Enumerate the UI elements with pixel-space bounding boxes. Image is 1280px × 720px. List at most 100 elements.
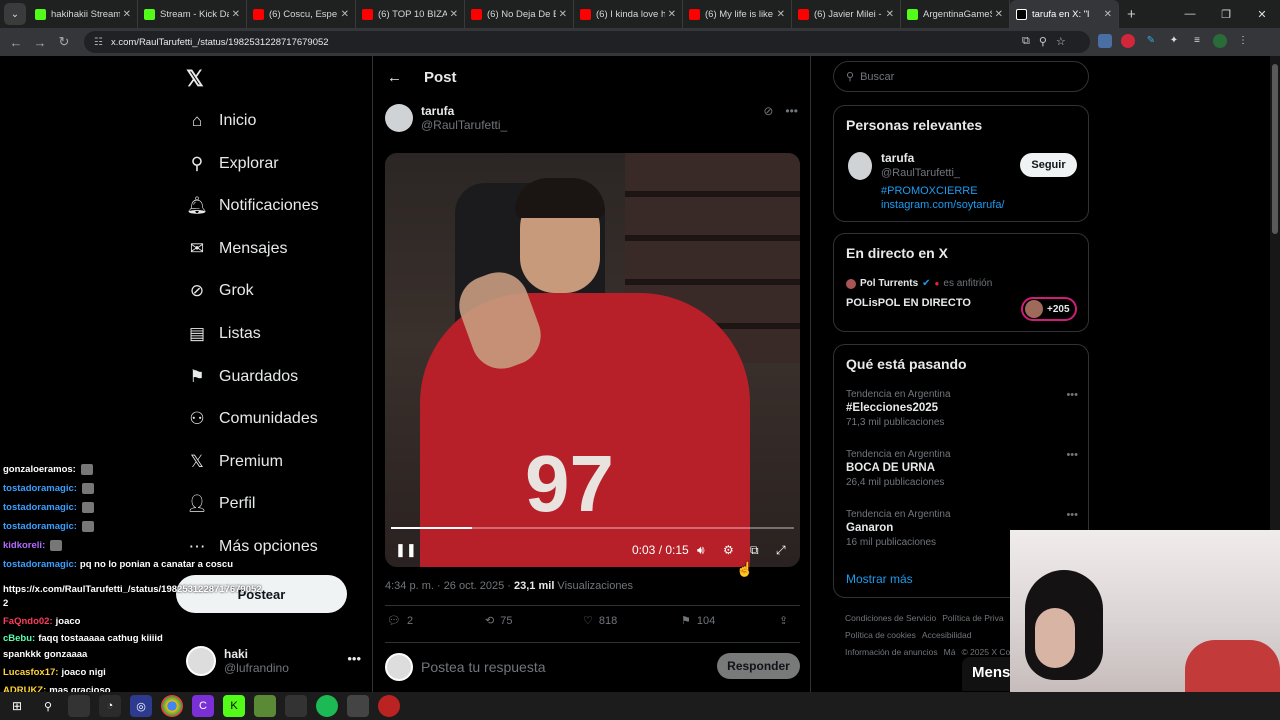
nav-item-explorar[interactable]: ⚲ Explorar <box>186 149 279 179</box>
windows-start-icon[interactable]: ⊞ <box>6 695 28 717</box>
taskbar-app-icon[interactable]: ◔ <box>99 695 121 717</box>
nav-item-comunidades[interactable]: ⚇ Comunidades <box>186 404 317 434</box>
install-icon[interactable]: ⧉ <box>1022 35 1030 48</box>
browser-menu-icon[interactable]: ⋮ <box>1236 34 1250 48</box>
pause-icon[interactable]: ❚❚ <box>395 542 417 558</box>
browser-tab[interactable]: (6) No Deja De En✕ <box>465 0 574 28</box>
video-progress-bar[interactable] <box>391 527 794 529</box>
close-window-button[interactable]: ✕ <box>1244 0 1280 28</box>
search-input[interactable]: ⚲ Buscar <box>833 61 1089 92</box>
extensions-puzzle-icon[interactable]: ✦ <box>1167 34 1181 48</box>
settings-icon[interactable]: ⚙ <box>723 543 734 557</box>
trend-item[interactable]: Tendencia en Argentina BOCA DE URNA 26,4 m… <box>846 449 1078 488</box>
reload-icon[interactable]: ↻ <box>52 34 76 50</box>
new-tab-button[interactable]: + <box>1127 6 1136 23</box>
bio-hashtag-link[interactable]: #PROMOXCIERRE <box>881 185 978 197</box>
browser-tab[interactable]: Stream - Kick Da ✕ <box>138 0 247 28</box>
avatar[interactable] <box>385 104 413 132</box>
like-button[interactable]: ♡ 818 <box>583 614 681 628</box>
post-author[interactable]: tarufa @RaulTarufetti_ <box>385 104 507 132</box>
footer-link[interactable]: Má <box>944 647 956 657</box>
browser-tab[interactable]: (6) I kinda love he ✕ <box>574 0 683 28</box>
nav-item-guardados[interactable]: ⚑ Guardados <box>186 362 298 392</box>
relevant-name[interactable]: tarufa <box>881 151 914 165</box>
show-more-link[interactable]: Mostrar más <box>846 572 913 586</box>
avatar[interactable] <box>848 152 872 180</box>
footer-link[interactable]: Política de Priva <box>942 613 1003 623</box>
minecraft-icon[interactable] <box>254 695 276 717</box>
browser-tab[interactable]: (6) Coscu, Espe y ✕ <box>247 0 356 28</box>
forward-icon[interactable]: → <box>28 35 52 50</box>
follow-button[interactable]: Seguir <box>1020 153 1077 177</box>
nav-item-inicio[interactable]: ⌂ Inicio <box>186 106 257 136</box>
extension-icon[interactable] <box>1098 34 1112 48</box>
extension-icon[interactable] <box>1121 34 1135 48</box>
site-info-icon[interactable]: ☷ <box>94 37 103 48</box>
nav-item-grok[interactable]: ⊘ Grok <box>186 276 254 306</box>
close-tab-icon[interactable]: ✕ <box>559 9 567 20</box>
close-tab-icon[interactable]: ✕ <box>341 9 349 20</box>
chrome-icon[interactable] <box>161 695 183 717</box>
repost-button[interactable]: ⟲ 75 <box>485 614 583 628</box>
reading-list-icon[interactable]: ≡ <box>1190 34 1204 48</box>
close-tab-icon[interactable]: ✕ <box>886 9 894 20</box>
post-timestamp[interactable]: 4:34 p. m. · 26 oct. 2025 · <box>385 580 514 592</box>
author-name[interactable]: tarufa <box>421 104 507 118</box>
share-button[interactable]: ⇪ <box>779 614 788 627</box>
footer-link[interactable]: Política de cookies <box>845 630 916 640</box>
star-icon[interactable]: ☆ <box>1056 35 1066 48</box>
nav-item-listas[interactable]: ▤ Listas <box>186 319 261 349</box>
close-tab-icon[interactable]: ✕ <box>995 9 1003 20</box>
maximize-button[interactable]: ❐ <box>1208 0 1244 28</box>
reply-submit-button[interactable]: Responder <box>717 653 800 679</box>
scrollbar-thumb[interactable] <box>1272 64 1278 234</box>
fullscreen-icon[interactable]: ⤢ <box>776 543 786 558</box>
close-tab-icon[interactable]: ✕ <box>123 9 131 20</box>
author-handle[interactable]: @RaulTarufetti_ <box>421 118 507 132</box>
spotify-icon[interactable] <box>316 695 338 717</box>
close-tab-icon[interactable]: ✕ <box>232 9 240 20</box>
browser-tab[interactable]: (6) TOP 10 BIZAR✕ <box>356 0 465 28</box>
browser-tab[interactable]: ArgentinaGameSt ✕ <box>901 0 1010 28</box>
close-tab-icon[interactable]: ✕ <box>450 9 458 20</box>
grok-icon[interactable]: ⊘ <box>763 104 773 118</box>
close-tab-icon[interactable]: ✕ <box>1104 9 1112 20</box>
messages-drawer-label[interactable]: Mens <box>962 657 1010 691</box>
browser-tab[interactable]: tarufa en X: "l ✕ <box>1010 0 1119 28</box>
reply-input[interactable]: Postea tu respuesta <box>421 659 546 675</box>
taskbar-app-icon[interactable]: ◎ <box>130 695 152 717</box>
obs-icon[interactable] <box>378 695 400 717</box>
tab-search-button[interactable]: ⌄ <box>4 3 26 25</box>
profile-avatar-icon[interactable] <box>1213 34 1227 48</box>
volume-icon[interactable]: 🔊︎ <box>697 543 705 558</box>
pip-icon[interactable]: ⧉ <box>750 543 759 558</box>
browser-tab[interactable]: (6) My life is like a ✕ <box>683 0 792 28</box>
live-card[interactable]: En directo en X Pol Turrents ✔ ● es anfi… <box>833 233 1089 332</box>
footer-link[interactable]: Accesibilidad <box>922 630 972 640</box>
more-icon[interactable]: ••• <box>1066 449 1078 461</box>
browser-tab[interactable]: hakihakii Stream ✕ <box>29 0 138 28</box>
minimize-button[interactable]: — <box>1172 0 1208 28</box>
trend-item[interactable]: Tendencia en Argentina #Elecciones2025 71,… <box>846 389 1078 428</box>
taskbar-search-icon[interactable]: ⚲ <box>37 695 59 717</box>
more-icon[interactable]: ••• <box>1066 509 1078 521</box>
taskbar-app-icon[interactable] <box>68 695 90 717</box>
footer-link[interactable]: Información de anuncios <box>845 647 938 657</box>
back-arrow-icon[interactable]: ← <box>387 69 402 86</box>
x-logo-icon[interactable]: 𝕏 <box>186 66 204 92</box>
taskbar-app-icon[interactable] <box>285 695 307 717</box>
close-tab-icon[interactable]: ✕ <box>777 9 785 20</box>
more-icon[interactable]: ••• <box>1066 389 1078 401</box>
zoom-icon[interactable]: ⚲ <box>1039 35 1047 48</box>
reply-button[interactable]: 💬︎ 2 <box>387 614 485 628</box>
bio-instagram-link[interactable]: instagram.com/soytarufa/ <box>881 199 1005 211</box>
nav-item-mensajes[interactable]: ✉ Mensajes <box>186 234 288 264</box>
bookmark-button[interactable]: ⚑ 104 <box>681 614 779 628</box>
footer-link[interactable]: Condiciones de Servicio <box>845 613 936 623</box>
close-tab-icon[interactable]: ✕ <box>668 9 676 20</box>
nav-item-notificaciones[interactable]: 🔔︎ Notificaciones <box>186 191 318 221</box>
back-icon[interactable]: ← <box>4 35 28 50</box>
address-bar[interactable]: ☷ x.com/RaulTarufetti_/status/1982531228… <box>84 31 1090 53</box>
more-icon[interactable]: ••• <box>347 651 361 666</box>
taskbar-app-icon[interactable]: C <box>192 695 214 717</box>
